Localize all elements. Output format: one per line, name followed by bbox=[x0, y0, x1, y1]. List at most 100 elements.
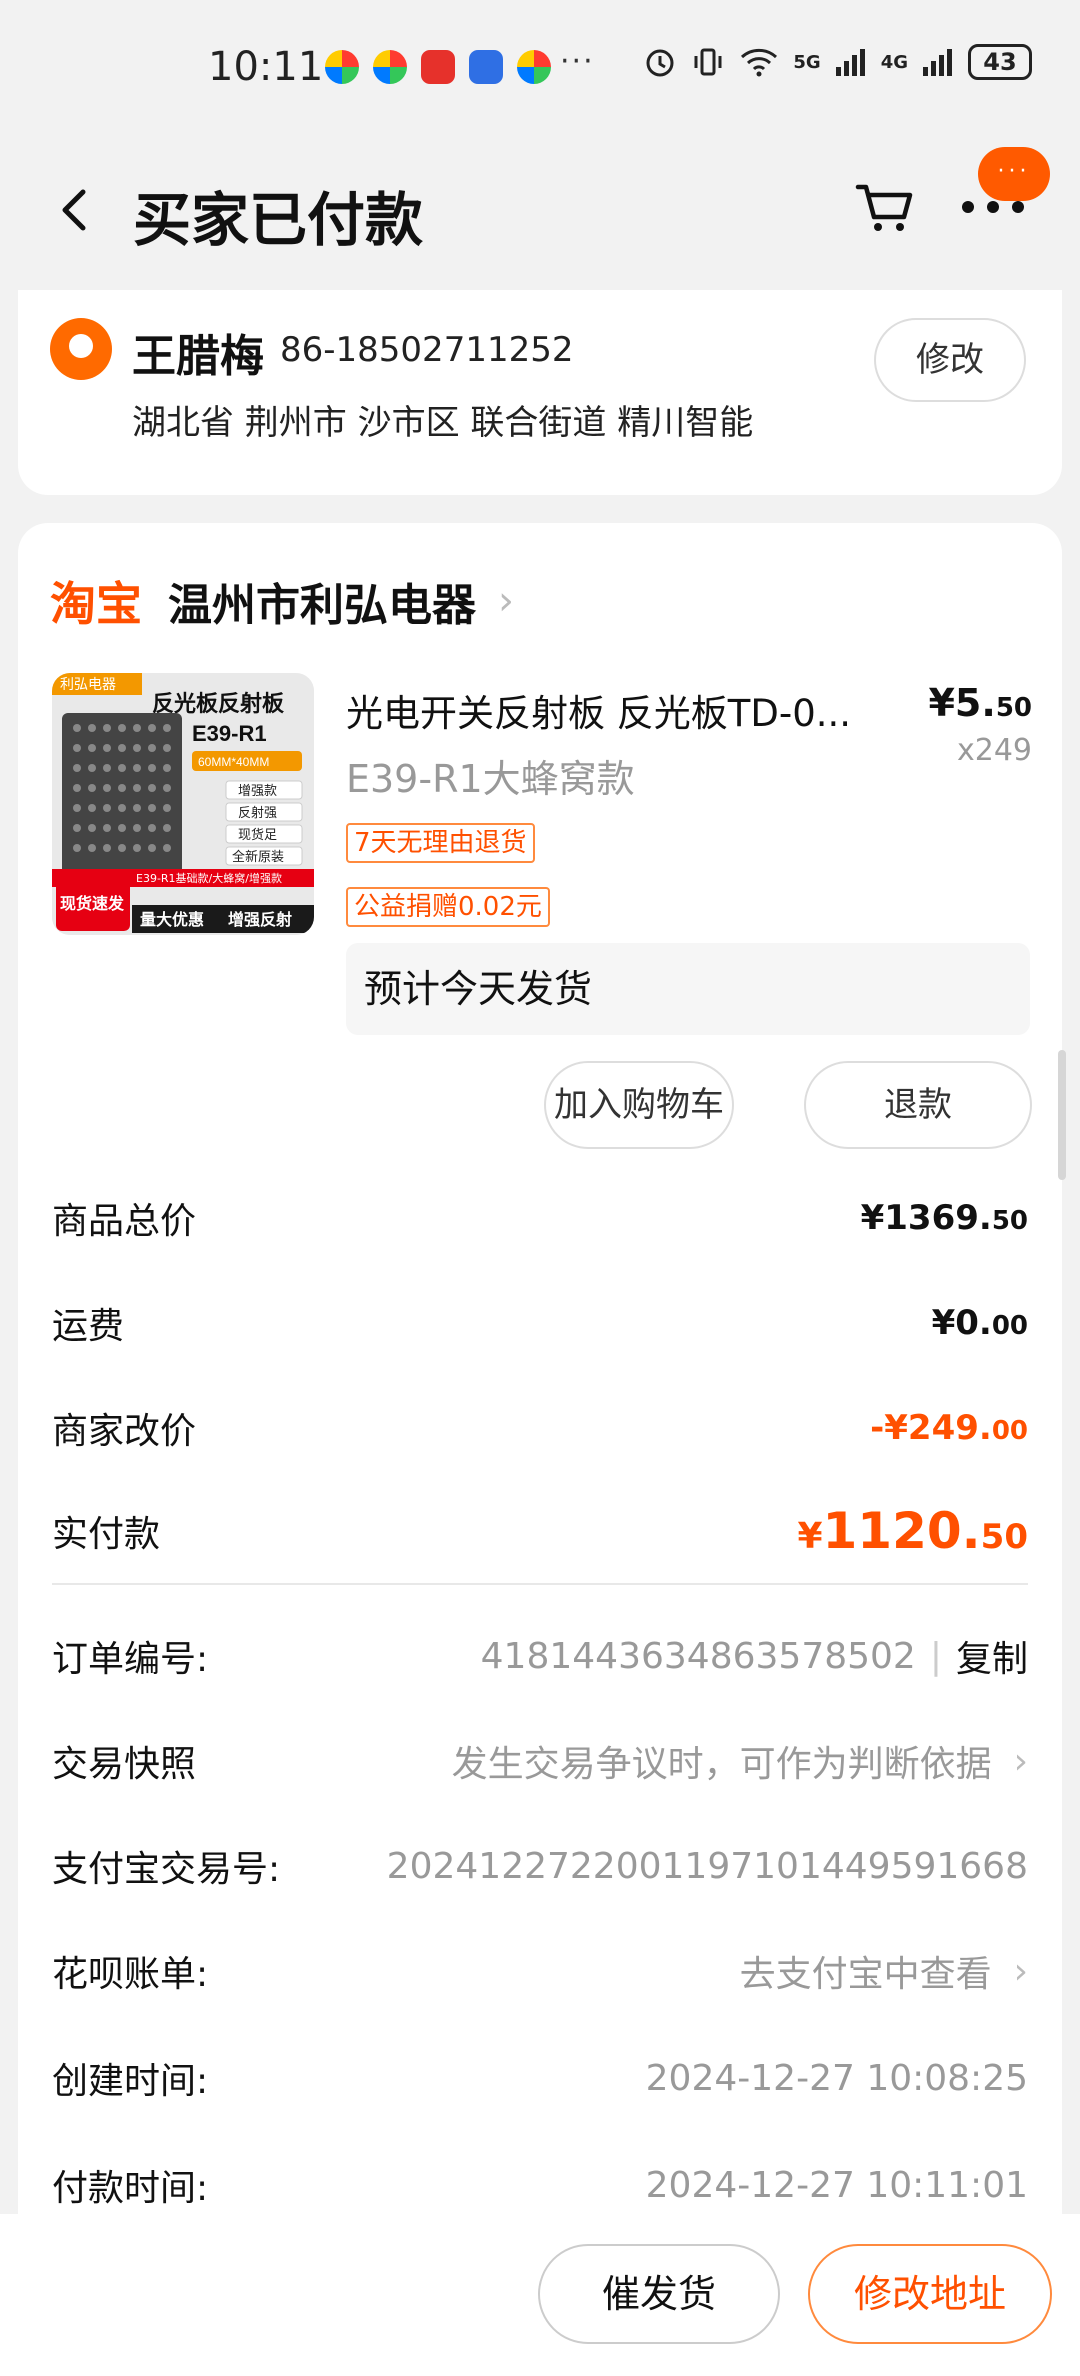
alarm-icon bbox=[646, 49, 674, 77]
paid-time-label: 付款时间: bbox=[52, 2168, 209, 2209]
order-number-value: 4181443634863578502 | 复制 bbox=[481, 1630, 1028, 1682]
add-to-cart-button[interactable]: 加入购物车 bbox=[544, 1061, 734, 1149]
back-arrow-icon bbox=[62, 189, 86, 231]
urge-shipping-button[interactable]: 催发货 bbox=[538, 2244, 780, 2344]
alipay-trade-label: 支付宝交易号: bbox=[52, 1849, 281, 1890]
snapshot-row[interactable]: 交易快照 发生交易争议时，可作为判断依据 › bbox=[52, 1731, 1028, 1791]
chevron-right-icon: › bbox=[498, 578, 514, 624]
status-bar: 10:11 ··· 5G 4G 43 bbox=[0, 0, 1080, 135]
shopping-cart-icon bbox=[855, 184, 913, 231]
nav-bar: 买家已付款 ··· bbox=[0, 135, 1080, 285]
chevron-right-icon: › bbox=[1013, 1740, 1028, 1782]
created-time-value: 2024-12-27 10:08:25 bbox=[645, 2057, 1028, 2099]
product-image-footer: 增强反射 bbox=[228, 910, 292, 929]
page-title: 买家已付款 bbox=[133, 186, 424, 254]
recipient-name: 王腊梅 bbox=[132, 331, 264, 382]
app-notification-icon bbox=[421, 50, 455, 84]
product-image-brand: 利弘电器 bbox=[60, 676, 116, 692]
recipient-phone: 86-18502711252 bbox=[280, 330, 574, 370]
order-number-label: 订单编号: bbox=[52, 1639, 209, 1680]
goods-total-value: ¥1369.50 bbox=[861, 1198, 1028, 1238]
product-spec: E39-R1大蜂窝款 bbox=[346, 757, 635, 801]
huabei-bill-value: 去支付宝中查看 › bbox=[740, 1945, 1028, 1997]
scrollbar[interactable] bbox=[1058, 1050, 1066, 1180]
app-notification-icon bbox=[469, 50, 503, 84]
merchant-discount-value: -¥249.00 bbox=[870, 1408, 1028, 1448]
shop-header[interactable]: 淘宝 温州市利弘电器 › bbox=[50, 565, 514, 637]
product-image-model: E39-R1 bbox=[192, 721, 267, 746]
product-image-footer: 量大优惠 bbox=[140, 910, 204, 929]
product-image[interactable]: 利弘电器 反光板反射板 E39-R1 60MM*40MM 增强款 反射强 现货足… bbox=[52, 673, 314, 935]
shipping-fee-row: 运费 ¥0.00 bbox=[52, 1293, 1028, 1353]
merchant-discount-dec: 00 bbox=[991, 1416, 1028, 1446]
wifi-icon bbox=[741, 48, 778, 77]
edit-address-button[interactable]: 修改 bbox=[874, 318, 1026, 402]
amount-paid-int: 1120. bbox=[822, 1502, 981, 1560]
amount-paid-currency: ¥ bbox=[797, 1516, 823, 1557]
shipping-fee-int: ¥0. bbox=[931, 1303, 992, 1343]
app-notification-icon bbox=[325, 50, 359, 84]
huabei-bill-link: 去支付宝中查看 bbox=[739, 1954, 992, 1995]
merchant-discount-row: 商家改价 -¥249.00 bbox=[52, 1398, 1028, 1458]
snapshot-hint: 发生交易争议时，可作为判断依据 bbox=[451, 1744, 992, 1785]
taobao-logo: 淘宝 bbox=[50, 577, 142, 631]
huabei-bill-row[interactable]: 花呗账单: 去支付宝中查看 › bbox=[52, 1941, 1028, 2001]
status-time: 10:11 bbox=[208, 44, 324, 90]
product-image-feature: 反射强 bbox=[238, 805, 277, 821]
divider bbox=[52, 1583, 1028, 1585]
network-4g-label: 4G bbox=[880, 51, 908, 73]
product-price: ¥5.50 bbox=[928, 681, 1032, 725]
app-notification-icon bbox=[517, 50, 551, 84]
created-time-label: 创建时间: bbox=[52, 2061, 209, 2102]
shop-name: 温州市利弘电器 bbox=[168, 580, 476, 631]
product-image-size: 60MM*40MM bbox=[198, 755, 269, 769]
signal-icon bbox=[835, 49, 865, 76]
refund-button[interactable]: 退款 bbox=[804, 1061, 1032, 1149]
paid-time-row: 付款时间: 2024-12-27 10:11:01 bbox=[52, 2155, 1028, 2215]
snapshot-value: 发生交易争议时，可作为判断依据 › bbox=[452, 1735, 1028, 1787]
amount-paid-value: ¥1120.50 bbox=[797, 1502, 1028, 1560]
recipient-address: 湖北省 荆州市 沙市区 联合街道 精川智能 bbox=[132, 403, 754, 443]
address-card[interactable]: 王腊梅 86-18502711252 湖北省 荆州市 沙市区 联合街道 精川智能… bbox=[18, 290, 1062, 495]
product-price-int: ¥5. bbox=[928, 681, 996, 725]
product-image-illustration: 利弘电器 反光板反射板 E39-R1 60MM*40MM 增强款 反射强 现货足… bbox=[52, 673, 314, 935]
order-number: 4181443634863578502 bbox=[480, 1635, 916, 1677]
return-policy-tag: 7天无理由退货 bbox=[346, 823, 535, 863]
order-number-row: 订单编号: 4181443634863578502 | 复制 bbox=[52, 1626, 1028, 1686]
shipping-fee-value: ¥0.00 bbox=[932, 1303, 1028, 1343]
signal-icon bbox=[923, 49, 952, 76]
cart-button[interactable] bbox=[852, 175, 918, 241]
status-app-icons bbox=[325, 50, 551, 84]
snapshot-label: 交易快照 bbox=[52, 1744, 197, 1785]
charity-tag: 公益捐赠0.02元 bbox=[346, 887, 550, 927]
message-badge[interactable]: ··· bbox=[978, 147, 1050, 201]
shipping-estimate: 预计今天发货 bbox=[346, 943, 1030, 1035]
merchant-discount-int: -¥249. bbox=[870, 1408, 992, 1448]
product-image-badge: 现货速发 bbox=[60, 894, 125, 913]
goods-total-dec: 50 bbox=[991, 1206, 1028, 1236]
amount-paid-row: 实付款 ¥1120.50 bbox=[52, 1501, 1028, 1561]
product-quantity: x249 bbox=[956, 733, 1032, 768]
order-card: 淘宝 温州市利弘电器 › 利弘电器 反光板反射板 E39-R1 60MM*40M… bbox=[18, 523, 1062, 2376]
amount-paid-dec: 50 bbox=[980, 1517, 1028, 1557]
product-title[interactable]: 光电开关反射板 反光板TD-0... bbox=[346, 683, 906, 737]
product-image-feature: 增强款 bbox=[238, 784, 277, 799]
shipping-fee-label: 运费 bbox=[52, 1306, 125, 1347]
battery-indicator: 43 bbox=[968, 44, 1032, 80]
network-5g-label: 5G bbox=[793, 51, 821, 73]
copy-order-number-button[interactable]: 复制 bbox=[956, 1630, 1028, 1682]
shipping-fee-dec: 00 bbox=[991, 1311, 1028, 1341]
alipay-trade-number: 2024122722001197101449591668 bbox=[386, 1845, 1028, 1887]
bottom-action-bar: 催发货 修改地址 bbox=[0, 2214, 1080, 2376]
created-time-row: 创建时间: 2024-12-27 10:08:25 bbox=[52, 2048, 1028, 2108]
back-button[interactable] bbox=[40, 175, 110, 245]
change-address-button[interactable]: 修改地址 bbox=[808, 2244, 1052, 2344]
app-notification-icon bbox=[373, 50, 407, 84]
paid-time-value: 2024-12-27 10:11:01 bbox=[645, 2164, 1028, 2206]
huabei-bill-label: 花呗账单: bbox=[52, 1954, 209, 1995]
amount-paid-label: 实付款 bbox=[52, 1514, 161, 1555]
product-image-feature: 全新原装 bbox=[232, 849, 284, 865]
status-indicators: 5G 4G 43 bbox=[643, 44, 1032, 80]
merchant-discount-label: 商家改价 bbox=[52, 1411, 197, 1452]
goods-total-label: 商品总价 bbox=[52, 1201, 197, 1242]
